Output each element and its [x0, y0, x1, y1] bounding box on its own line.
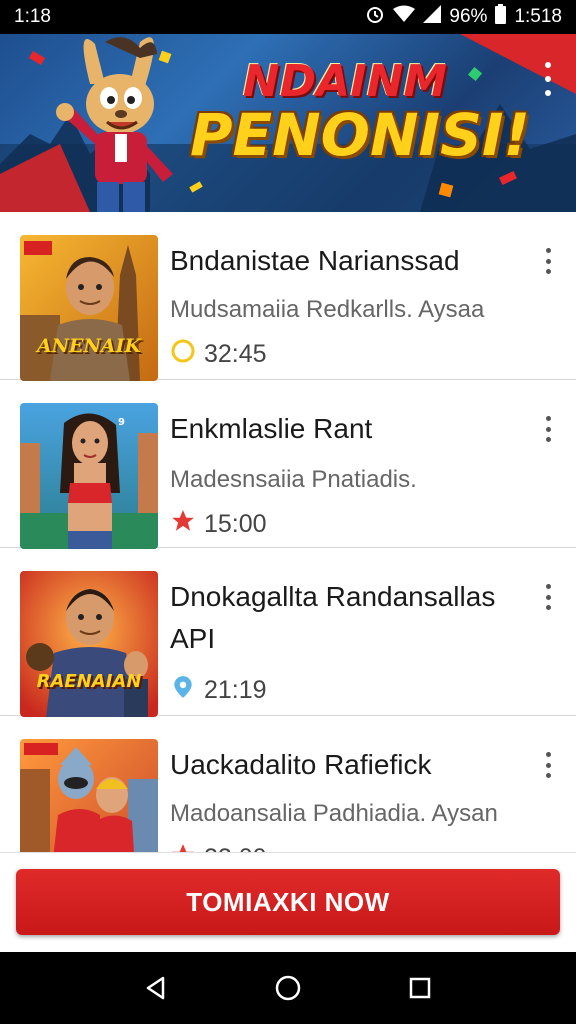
recents-icon[interactable] — [400, 968, 440, 1008]
cta-bar: TOMIAXKI NOW — [0, 852, 576, 952]
item-title: Enkmlaslie Rant — [170, 413, 373, 444]
battery-percent: 96% — [449, 6, 488, 27]
alarm-icon — [365, 4, 385, 30]
signal-icon — [423, 5, 442, 29]
item-time: 21:19 — [204, 676, 267, 704]
status-clock: 1:518 — [514, 6, 562, 27]
item-title: Bndanistae Narianssad — [170, 245, 460, 276]
item-title: Uackadalito Rafiefick — [170, 749, 432, 780]
more-vert-icon[interactable] — [542, 752, 554, 778]
back-icon[interactable] — [136, 968, 176, 1008]
item-subtitle: Madesnsaiia Pnatiadis. — [170, 466, 417, 493]
more-vert-icon[interactable] — [542, 248, 554, 274]
list-item[interactable]: RAENAIAN Dnokagallta Randansallas API 21… — [0, 548, 576, 717]
item-thumbnail[interactable]: ANENAIK — [20, 235, 158, 381]
status-bar: 1:18 96% 1:518 — [0, 0, 576, 34]
item-meta: 15:00 — [170, 508, 267, 541]
cta-button[interactable]: TOMIAXKI NOW — [16, 869, 560, 935]
thumb-caption: ANENAIK — [36, 335, 142, 357]
banner-title-line2: PENONISI! — [190, 101, 530, 169]
item-thumbnail[interactable]: RAENAIAN — [20, 571, 158, 717]
item-time: 32:45 — [204, 340, 267, 368]
more-vert-icon[interactable] — [542, 416, 554, 442]
location-pin-icon — [170, 674, 196, 707]
banner-title: NDAINM PENONISI! — [190, 56, 530, 169]
star-icon — [170, 508, 196, 541]
item-meta: 21:19 — [170, 674, 267, 707]
clock-circle-icon — [170, 338, 196, 371]
system-nav-bar — [0, 952, 576, 1024]
list-item[interactable]: 9 Enkmlaslie Rant Madesnsaiia Pnatiadis.… — [0, 380, 576, 549]
item-title: Dnokagallta Randansallas API — [170, 581, 496, 654]
thumb-caption: RAENAIAN — [36, 671, 142, 692]
banner-title-line1: NDAINM — [242, 56, 448, 107]
video-list: ANENAIK Bndanistae Narianssad Mudsamaiia… — [0, 212, 576, 952]
svg-text:9: 9 — [118, 417, 125, 428]
item-time: 15:00 — [204, 510, 267, 538]
wifi-icon — [393, 5, 416, 29]
list-item[interactable]: ANENAIK Bndanistae Narianssad Mudsamaiia… — [0, 212, 576, 381]
item-meta: 32:45 — [170, 338, 267, 371]
item-subtitle: Mudsamaiia Redkarlls. Aysaa — [170, 296, 485, 323]
more-vert-icon[interactable] — [538, 62, 558, 96]
home-icon[interactable] — [268, 968, 308, 1008]
status-icons: 96% 1:518 — [365, 4, 562, 30]
promo-banner[interactable]: NDAINM PENONISI! — [0, 34, 576, 212]
item-thumbnail[interactable]: 9 — [20, 403, 158, 549]
battery-icon — [495, 4, 507, 30]
more-vert-icon[interactable] — [542, 584, 554, 610]
status-time: 1:18 — [14, 6, 51, 27]
item-subtitle: Madoansalia Padhiadia. Aysan — [170, 800, 498, 827]
